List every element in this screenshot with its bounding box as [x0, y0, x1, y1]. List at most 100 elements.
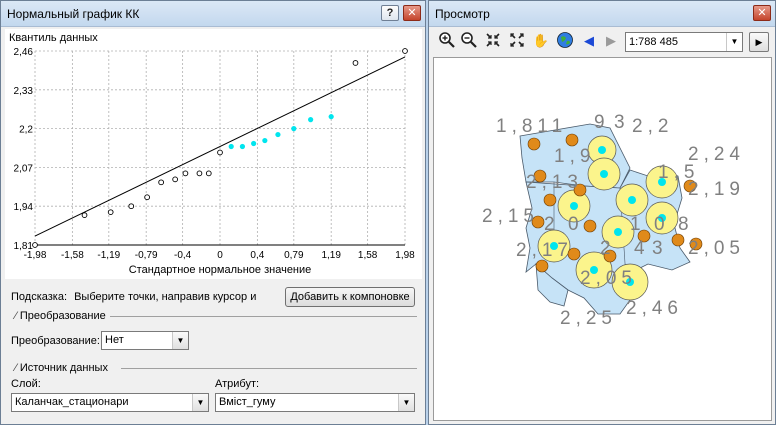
data-point[interactable] [158, 179, 164, 186]
source-group-title: ⁄ Источник данных [15, 362, 112, 374]
data-point[interactable] [128, 203, 135, 210]
qq-plot-svg[interactable]: Квантиль данных-1,98 -1,58 -1,19 -0,79 -0,4 0… [5, 29, 422, 279]
y-tick-label: 2,07 [14, 163, 34, 174]
y-tick-label: 2,2 [19, 125, 33, 136]
add-to-layout-button[interactable]: Добавить к компоновке [285, 287, 415, 307]
map-value-label: 0 [568, 214, 584, 235]
selected-point[interactable] [598, 146, 606, 154]
scale-value: 1:788 485 [629, 36, 678, 48]
x-tick-label: 1,19 [321, 250, 341, 261]
layer-select[interactable]: Каланчак_стационари ▼ [11, 393, 209, 412]
selected-data-point[interactable] [308, 117, 314, 123]
sample-point[interactable] [583, 219, 597, 233]
transform-group-title: ⁄ Преобразование [15, 310, 110, 322]
selected-data-point[interactable] [228, 143, 234, 150]
map-value-label: 2,25 [560, 308, 617, 329]
map-svg[interactable]: 1,811 9 3 2,21,9 2,241,52,13 2,192,15 2 0 1 0 82,1… [434, 58, 771, 420]
hint-row: Подсказка: Выберите точки, направив курс… [11, 291, 256, 303]
data-point[interactable] [144, 194, 150, 201]
selected-point[interactable] [600, 170, 608, 178]
map-value-label: 2 [600, 238, 616, 259]
chevron-down-icon[interactable]: ▼ [172, 332, 188, 349]
qq-plot-window: Нормальный график КК ? ✕ Квантиль данных… [0, 0, 426, 425]
map-value-label: 2 [544, 214, 560, 235]
data-point[interactable] [196, 170, 203, 177]
layer-value: Каланчак_стационари [15, 396, 129, 408]
data-point[interactable] [81, 212, 88, 219]
map-value-label: 9 [594, 112, 610, 133]
chevron-down-icon[interactable]: ▼ [398, 394, 414, 411]
y-tick-label: 2,33 [14, 86, 34, 97]
data-point[interactable] [205, 170, 212, 177]
x-tick-label: 0 [217, 250, 223, 261]
map-value-label: 4 [634, 238, 650, 259]
help-button[interactable]: ? [381, 5, 399, 21]
fixed-zoom-in-icon[interactable] [483, 31, 503, 51]
zoom-out-icon[interactable] [459, 31, 479, 51]
sample-point[interactable] [527, 137, 541, 151]
data-point[interactable] [32, 242, 38, 248]
map-value-label: 0 [654, 214, 670, 235]
sample-point[interactable] [565, 133, 579, 147]
x-tick-label: 1,58 [358, 250, 378, 261]
map-value-label: 2,17 [516, 240, 573, 261]
pan-hand-icon[interactable]: ✋ [531, 31, 551, 51]
collapse-icon[interactable]: ⁄ [15, 362, 17, 374]
selected-data-point[interactable] [291, 126, 297, 132]
fixed-zoom-out-icon[interactable] [507, 31, 527, 51]
map-toolbar: ✋ ◀ ▶ 1:788 485 ▼ ▶ [433, 31, 773, 53]
data-point[interactable] [352, 60, 359, 66]
close-button[interactable]: ✕ [753, 5, 771, 21]
qq-plot-titlebar[interactable]: Нормальный график КК ? ✕ [1, 1, 425, 27]
data-point[interactable] [402, 48, 408, 54]
selected-data-point[interactable] [239, 143, 246, 150]
selected-data-point[interactable] [275, 131, 281, 138]
selected-point[interactable] [628, 196, 636, 204]
map-value-label: 2,19 [688, 179, 745, 200]
attribute-select[interactable]: Вміст_гуму ▼ [215, 393, 415, 412]
selected-point[interactable] [570, 202, 578, 210]
y-tick-label: 2,46 [14, 47, 34, 58]
transform-select[interactable]: Нет ▼ [101, 331, 189, 350]
transform-value: Нет [105, 334, 124, 346]
zoom-in-icon[interactable] [437, 31, 457, 51]
window-title: Нормальный график КК [7, 7, 140, 21]
map-value-label: 1 [630, 214, 646, 235]
chevron-down-icon[interactable]: ▼ [192, 394, 208, 411]
map-value-label: 2,15 [482, 206, 539, 227]
qq-plot-chart[interactable]: Квантиль данных -1,98 -1,58 -1,19 -0,79 -0,4 0… [5, 29, 422, 279]
map-value-label: 1,811 [496, 116, 567, 137]
transform-label: Преобразование: [11, 335, 100, 347]
x-axis-label: Стандартное нормальное значение [129, 264, 312, 276]
selected-point[interactable] [614, 228, 622, 236]
sample-point[interactable] [543, 193, 557, 207]
close-button[interactable]: ✕ [403, 5, 421, 21]
x-tick-label: -0,4 [174, 250, 192, 261]
map-value-label: 3 [614, 112, 630, 133]
scale-select[interactable]: 1:788 485 ▼ [625, 32, 743, 52]
data-point[interactable] [217, 149, 223, 156]
selected-data-point[interactable] [251, 140, 257, 147]
map-value-label: 2,2 [632, 116, 673, 137]
preview-window: Просмотр ✕ ✋ ◀ ▶ 1:788 485 ▼ ▶ 1,811 9 3… [428, 0, 776, 425]
x-tick-label: 0,79 [284, 250, 304, 261]
forward-arrow-icon[interactable]: ▶ [601, 31, 621, 51]
window-title: Просмотр [435, 7, 490, 21]
sample-point[interactable] [535, 259, 549, 273]
full-extent-globe-icon[interactable] [555, 31, 575, 51]
y-tick-label: 1,81 [14, 241, 34, 252]
data-point[interactable] [182, 170, 189, 177]
map-value-label: 2,46 [626, 298, 683, 319]
attribute-value: Вміст_гуму [219, 396, 276, 408]
data-point[interactable] [107, 209, 114, 216]
selected-data-point[interactable] [262, 137, 268, 144]
data-point[interactable] [172, 176, 179, 183]
back-arrow-icon[interactable]: ◀ [579, 31, 599, 51]
play-icon[interactable]: ▶ [749, 32, 769, 52]
chevron-down-icon[interactable]: ▼ [726, 33, 742, 51]
preview-titlebar[interactable]: Просмотр ✕ [429, 1, 775, 27]
map-preview[interactable]: 1,811 9 3 2,2 1,9 2,24 1,5 2,13 2,19 2,15 2 0 1 0 8 2,1… [433, 57, 772, 421]
collapse-icon[interactable]: ⁄ [15, 310, 17, 322]
sample-point[interactable] [671, 233, 685, 247]
selected-data-point[interactable] [328, 114, 334, 120]
